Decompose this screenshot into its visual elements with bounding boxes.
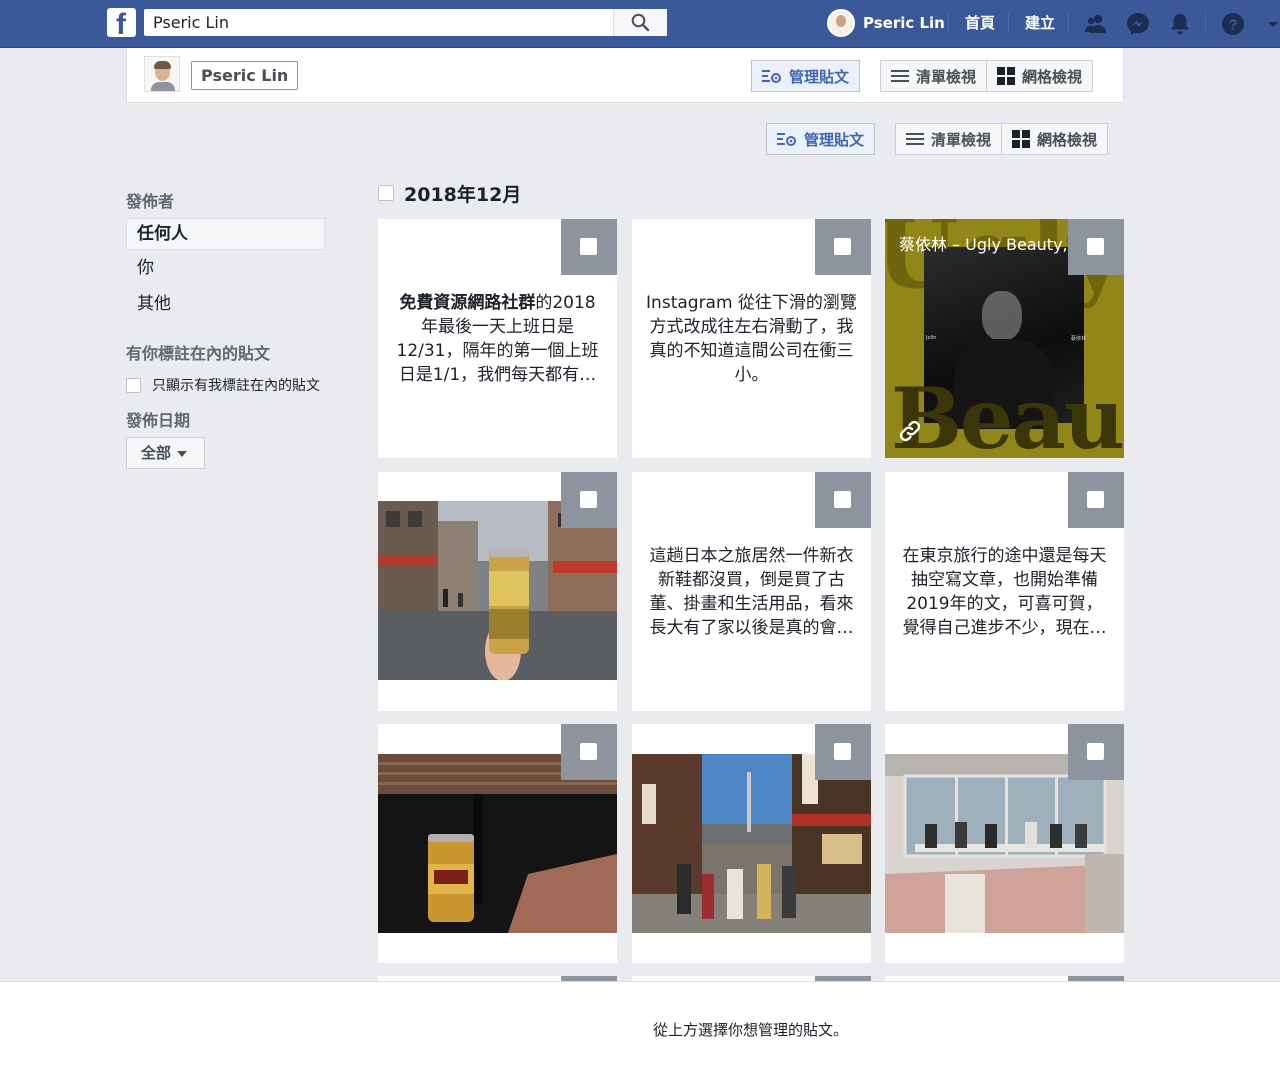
tagged-only-filter[interactable]: 只顯示有我標註在內的貼文 [126,375,320,395]
avatar [827,9,855,37]
nav-home-link[interactable]: 首頁 [965,12,995,33]
post-text: 這趟日本之旅居然一件新衣新鞋都沒買，倒是買了古董、掛畫和生活用品，看來長大有了家… [649,546,854,638]
manage-posts-icon [762,70,781,83]
post-card-photo[interactable] [378,724,617,963]
poster-filter-heading: 發佈者 [126,192,175,211]
post-card[interactable]: 在東京旅行的途中還是每天抽空寫文章，也開始準備2019年的文，可喜可賀，覺得自己… [885,472,1124,711]
month-heading: 2018年12月 [404,184,522,206]
grid-view-button[interactable]: 網格檢視 [986,60,1094,92]
cafe-window-photo [885,754,1124,933]
grid-view-button[interactable]: 網格檢視 [1001,123,1109,155]
album-cover-artist-chinese: 蔡依林 [1071,336,1087,342]
manage-posts-label: 管理貼文 [804,130,865,149]
post-card-photo[interactable] [632,724,871,963]
view-toggle-group-secondary: 清單檢視 網格檢視 [895,123,1109,155]
list-icon [906,133,924,145]
date-filter-value: 全部 [141,444,172,462]
manage-posts-icon [777,133,796,146]
nav-divider [948,12,949,34]
view-toggle-group: 清單檢視 網格檢視 [880,60,1094,92]
post-card-photo[interactable] [378,472,617,711]
select-posts-hint: 從上方選擇你想管理的貼文。 [652,1021,848,1039]
nav-divider [1068,12,1069,34]
manage-posts-label: 管理貼文 [789,67,850,86]
grid-view-label: 網格檢視 [1037,130,1098,149]
post-select-checkbox[interactable] [561,472,617,528]
month-select-all-checkbox[interactable] [378,185,394,201]
grid-view-label: 網格檢視 [1022,67,1083,86]
post-select-checkbox[interactable] [1068,724,1124,780]
post-select-checkbox[interactable] [815,219,871,275]
profile-name-button[interactable]: Pseric Lin [191,61,299,90]
poster-option-others[interactable]: 其他 [126,288,325,320]
manage-posts-button[interactable]: 管理貼文 [751,60,861,92]
nav-divider [1008,12,1009,34]
list-view-label: 清單檢視 [916,67,977,86]
link-icon [899,420,921,442]
poster-option-anyone[interactable]: 任何人 [126,218,325,250]
list-view-button[interactable]: 清單檢視 [895,123,1003,155]
post-select-checkbox[interactable] [815,472,871,528]
search-button[interactable] [613,9,667,36]
nav-divider [1205,12,1206,34]
messenger-icon[interactable] [1125,11,1151,37]
post-select-checkbox[interactable] [561,219,617,275]
post-card[interactable]: 這趟日本之旅居然一件新衣新鞋都沒買，倒是買了古董、掛畫和生活用品，看來長大有了家… [632,472,871,711]
post-card[interactable]: 免費資源網路社群的2018年最後一天上班日是12/31，隔年的第一個上班日是1/… [378,219,617,458]
svg-text:?: ? [1228,17,1237,34]
post-text-mention[interactable]: 免費資源網路社群 [399,293,535,313]
list-view-button[interactable]: 清單檢視 [880,60,988,92]
post-select-checkbox[interactable] [1068,472,1124,528]
tagged-only-label: 只顯示有我標註在內的貼文 [152,378,320,394]
nav-profile-link[interactable]: Pseric Lin [827,9,945,37]
post-card[interactable]: Instagram 從往下滑的瀏覽方式改成往左右滑動了，我真的不知道這間公司在衝… [632,219,871,458]
friend-requests-icon[interactable] [1083,11,1109,37]
list-view-label: 清單檢視 [931,130,992,149]
date-filter-dropdown[interactable]: 全部 [126,437,205,469]
profile-avatar[interactable] [144,56,180,92]
shared-link-title: 蔡依林 – Ugly Beauty, a playlist by Pseric … [899,235,1079,254]
search-input[interactable] [144,9,614,36]
grid-icon [1012,130,1031,148]
manage-posts-button-secondary[interactable]: 管理貼文 [766,123,876,155]
yebisu-beer-photo [378,754,617,933]
facebook-logo-icon[interactable]: f [107,8,136,37]
nav-create-link[interactable]: 建立 [1025,12,1055,33]
post-text: Instagram 從往下滑的瀏覽方式改成往左右滑動了，我真的不知道這間公司在衝… [646,293,857,385]
caret-down-icon [177,451,187,457]
tagged-only-checkbox[interactable] [126,377,141,393]
grid-icon [997,67,1016,85]
post-card-photo[interactable] [885,724,1124,963]
post-text: 免費資源網路社群的2018年最後一天上班日是12/31，隔年的第一個上班日是1/… [392,291,603,387]
nav-user-name: Pseric Lin [863,14,945,32]
shopping-street-photo [632,754,871,933]
post-text: 在東京旅行的途中還是每天抽空寫文章，也開始準備2019年的文，可喜可賀，覺得自己… [902,546,1107,638]
post-select-checkbox[interactable] [815,724,871,780]
manage-posts-footer: 從上方選擇你想管理的貼文。 [0,981,1280,1066]
help-icon[interactable]: ? [1220,11,1246,37]
account-menu-chevron-down-icon[interactable] [1266,11,1280,37]
album-cover-artist: Jolin [926,335,937,341]
search-icon [631,13,650,32]
post-select-checkbox[interactable] [561,724,617,780]
notifications-bell-icon[interactable] [1167,11,1193,37]
list-icon [891,70,909,82]
date-filter-heading: 發佈日期 [126,411,191,430]
post-select-checkbox[interactable] [1068,219,1124,275]
tagged-filter-heading: 有你標註在內的貼文 [126,344,271,363]
album-cover-title-bottom: Beauty [891,369,1124,458]
search-box [144,9,667,36]
top-navigation-bar: f Pseric Lin 首頁 建立 ? [0,0,1280,48]
poster-option-you[interactable]: 你 [126,252,325,284]
post-card-music-link[interactable]: Ugly Jolin 蔡依林 Beauty 蔡依林 – Ugly Beauty,… [885,219,1124,458]
